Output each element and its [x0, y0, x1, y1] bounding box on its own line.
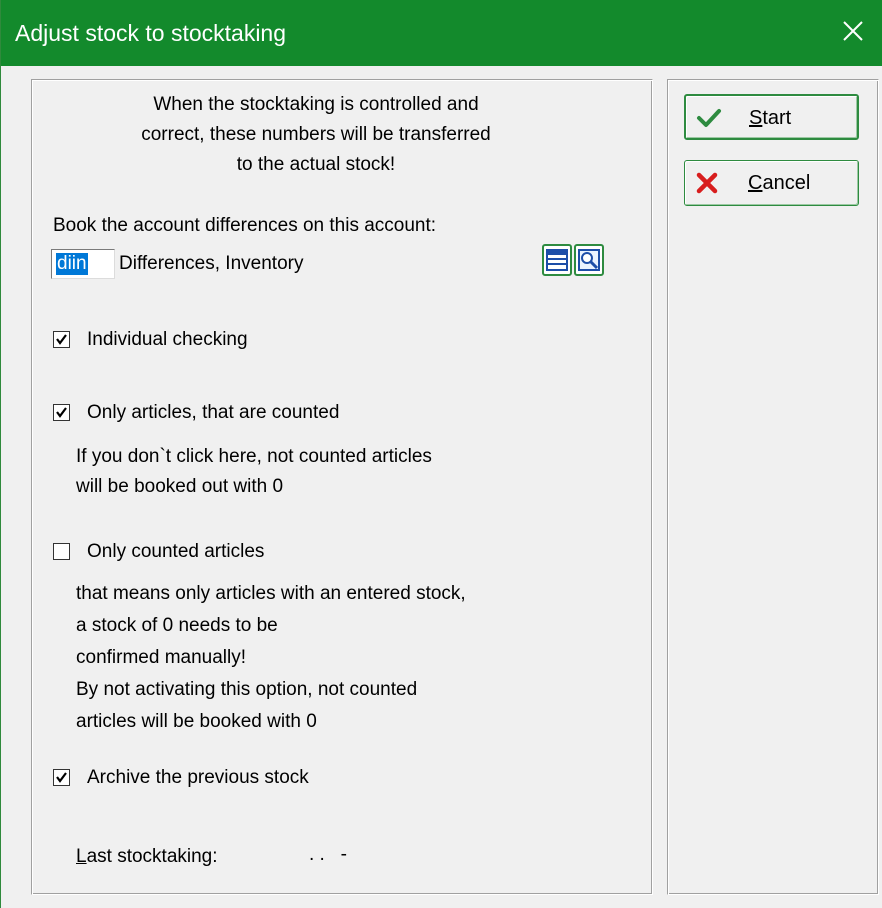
- accelerator-letter: C: [748, 172, 763, 194]
- individual-checking-checkbox[interactable]: [53, 331, 70, 348]
- close-icon: [842, 20, 864, 47]
- window-title: Adjust stock to stocktaking: [15, 20, 287, 46]
- only-articles-counted-checkbox[interactable]: [53, 404, 70, 421]
- account-search-button[interactable]: [574, 244, 604, 276]
- help-line: a stock of 0 needs to be: [76, 615, 278, 636]
- help-line: If you don`t click here, not counted art…: [76, 446, 432, 467]
- account-name: Differences, Inventory: [119, 253, 304, 274]
- account-list-button[interactable]: [542, 244, 572, 276]
- account-label: Book the account differences on this acc…: [53, 215, 437, 236]
- only-counted-articles-checkbox[interactable]: [53, 543, 70, 560]
- close-button[interactable]: [823, 0, 882, 66]
- only-articles-counted-help: If you don`t click here, not counted art…: [76, 442, 432, 502]
- cancel-label: Cancel: [748, 171, 810, 195]
- account-code-input[interactable]: diin: [51, 249, 115, 279]
- cancel-button[interactable]: Cancel: [684, 160, 859, 206]
- label-rest: tart: [762, 107, 792, 129]
- account-code-value: diin: [56, 253, 88, 275]
- help-line: By not activating this option, not count…: [76, 679, 418, 700]
- label-rest: ancel: [762, 172, 811, 194]
- start-button[interactable]: Start: [684, 94, 859, 140]
- last-stocktaking-value: . . -: [309, 844, 347, 865]
- start-label: Start: [749, 106, 791, 130]
- x-icon: [695, 172, 719, 199]
- individual-checking-label: Individual checking: [87, 329, 248, 350]
- archive-previous-checkbox[interactable]: [53, 769, 70, 786]
- only-counted-articles-label: Only counted articles: [87, 541, 265, 562]
- archive-previous-label: Archive the previous stock: [87, 767, 309, 788]
- help-line: articles will be booked with 0: [76, 711, 317, 732]
- dialog-window: Adjust stock to stocktaking When the sto…: [0, 0, 882, 908]
- intro-line-1: When the stocktaking is controlled and: [153, 94, 479, 115]
- only-articles-counted-label: Only articles, that are counted: [87, 402, 340, 423]
- intro-line-2: correct, these numbers will be transferr…: [141, 124, 491, 145]
- last-stocktaking-label: Last stocktaking:: [76, 845, 218, 869]
- help-line: confirmed manually!: [76, 647, 247, 668]
- accelerator-letter: L: [76, 846, 87, 867]
- intro-line-3: to the actual stock!: [236, 154, 396, 175]
- checkmark-icon: [696, 107, 722, 134]
- help-line: will be booked out with 0: [76, 476, 284, 497]
- accelerator-letter: S: [749, 107, 763, 129]
- help-line: that means only articles with an entered…: [76, 583, 466, 604]
- title-bar: Adjust stock to stocktaking: [1, 0, 882, 66]
- label-rest: ast stocktaking:: [86, 846, 218, 867]
- intro-text: When the stocktaking is controlled and c…: [101, 90, 531, 180]
- only-counted-articles-help: that means only articles with an entered…: [76, 578, 466, 738]
